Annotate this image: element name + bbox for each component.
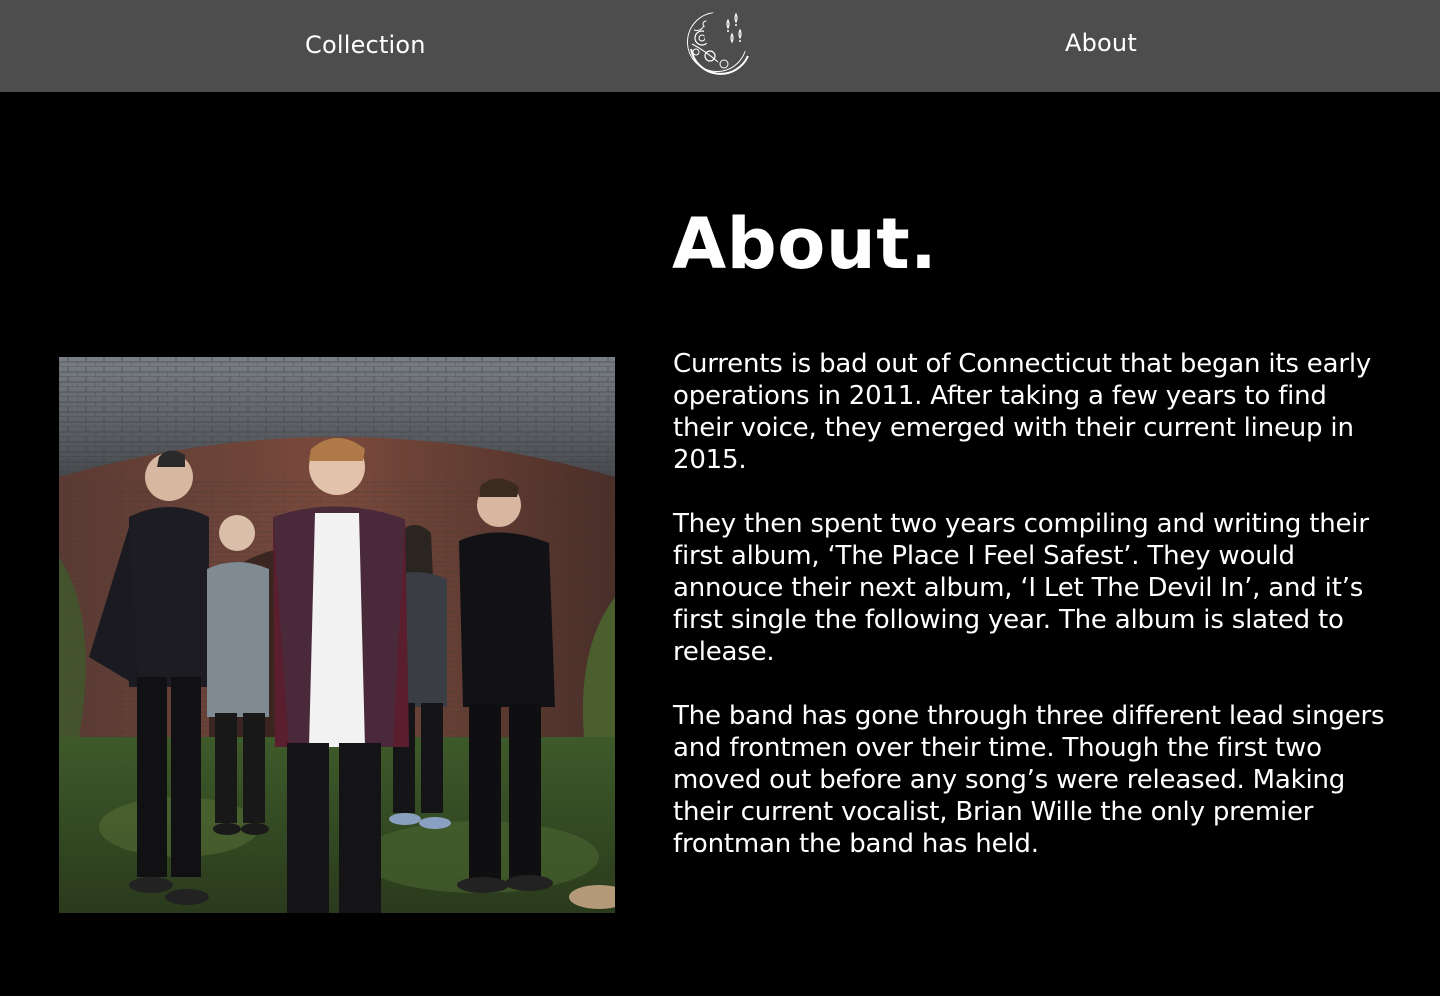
crescent-moon-logo-icon[interactable] <box>684 4 756 76</box>
page: Collection About About. Currents is bad … <box>0 0 1440 996</box>
page-title: About. <box>672 203 938 285</box>
about-paragraph-3: The band has gone through three differen… <box>673 701 1385 859</box>
top-navigation-bar: Collection About <box>0 0 1440 92</box>
about-paragraph-1: Currents is bad out of Connecticut that … <box>673 349 1372 475</box>
about-paragraph-2: They then spent two years compiling and … <box>673 509 1369 667</box>
about-body-text: Currents is bad out of Connecticut that … <box>673 348 1393 892</box>
nav-link-about[interactable]: About <box>1065 25 1137 61</box>
nav-link-collection[interactable]: Collection <box>305 27 426 63</box>
band-photo <box>59 357 615 913</box>
